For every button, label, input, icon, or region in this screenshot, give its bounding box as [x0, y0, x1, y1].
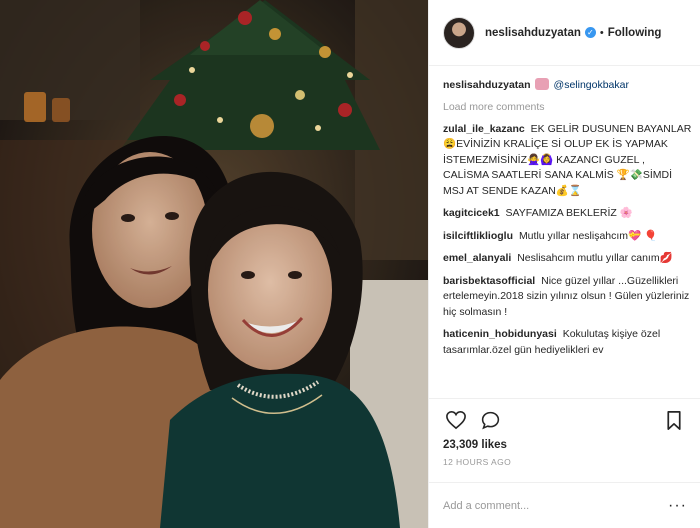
comment-item: emel_alanyali Neslisahcım mutlu yıllar c… — [443, 251, 693, 267]
comment-item: barisbektasofficial Nice güzel yıllar ..… — [443, 274, 693, 321]
comment-item: isilciftliklioglu Mutlu yıllar neslişahc… — [443, 229, 693, 245]
post-timestamp: 12 HOURS AGO — [443, 457, 512, 467]
comment-item: zulal_ile_kazanc EK GELİR DUSUNEN BAYANL… — [443, 122, 693, 200]
comment-username[interactable]: kagitcicek1 — [443, 207, 500, 219]
add-comment-bar: ··· — [429, 482, 700, 528]
bookmark-icon[interactable] — [661, 407, 687, 433]
caption-mention[interactable]: @selingokbakar — [554, 79, 629, 91]
instagram-post: neslisahduzyatan ✓ • Following neslisahd… — [0, 0, 700, 528]
action-icons — [443, 407, 687, 433]
header-username[interactable]: neslisahduzyatan — [485, 27, 581, 39]
more-options-icon[interactable]: ··· — [668, 497, 687, 515]
post-header: neslisahduzyatan ✓ • Following — [429, 0, 700, 66]
caption: neslisahduzyatan @selingokbakar — [443, 78, 693, 94]
heart-icon[interactable] — [443, 407, 469, 433]
post-actions: 23,309 likes 12 HOURS AGO — [429, 398, 700, 480]
comments-list: neslisahduzyatan @selingokbakar Load more… — [443, 78, 693, 398]
couple-emoji-icon — [534, 78, 549, 90]
post-photo[interactable] — [0, 0, 428, 528]
likes-count[interactable]: 23,309 likes — [443, 439, 687, 451]
comment-username[interactable]: barisbektasofficial — [443, 275, 535, 287]
comment-text: Mutlu yıllar neslişahcım💝 🎈 — [518, 229, 658, 242]
comment-item: kagitcicek1 SAYFAMIZA BEKLERİZ 🌸 — [443, 206, 693, 222]
post-side-panel: neslisahduzyatan ✓ • Following neslisahd… — [428, 0, 700, 528]
comment-item: haticenin_hobidunyasi Kokulutaş kişiye ö… — [443, 327, 693, 358]
header-separator: • — [599, 26, 604, 39]
comment-text: Neslisahcım mutlu yıllar canım💋 — [517, 252, 673, 264]
comment-username[interactable]: haticenin_hobidunyasi — [443, 328, 557, 340]
comment-username[interactable]: isilciftliklioglu — [443, 230, 513, 242]
comment-icon[interactable] — [477, 407, 503, 433]
comment-username[interactable]: zulal_ile_kazanc — [443, 123, 525, 135]
avatar[interactable] — [443, 16, 475, 49]
add-comment-input[interactable] — [443, 499, 669, 512]
comment-text: SAYFAMIZA BEKLERİZ 🌸 — [505, 207, 633, 219]
caption-username[interactable]: neslisahduzyatan — [443, 79, 531, 91]
load-more-comments[interactable]: Load more comments — [443, 101, 693, 113]
photo-illustration — [0, 0, 428, 528]
verified-icon: ✓ — [584, 27, 596, 38]
comment-username[interactable]: emel_alanyali — [443, 252, 511, 264]
following-button[interactable]: Following — [608, 27, 662, 39]
